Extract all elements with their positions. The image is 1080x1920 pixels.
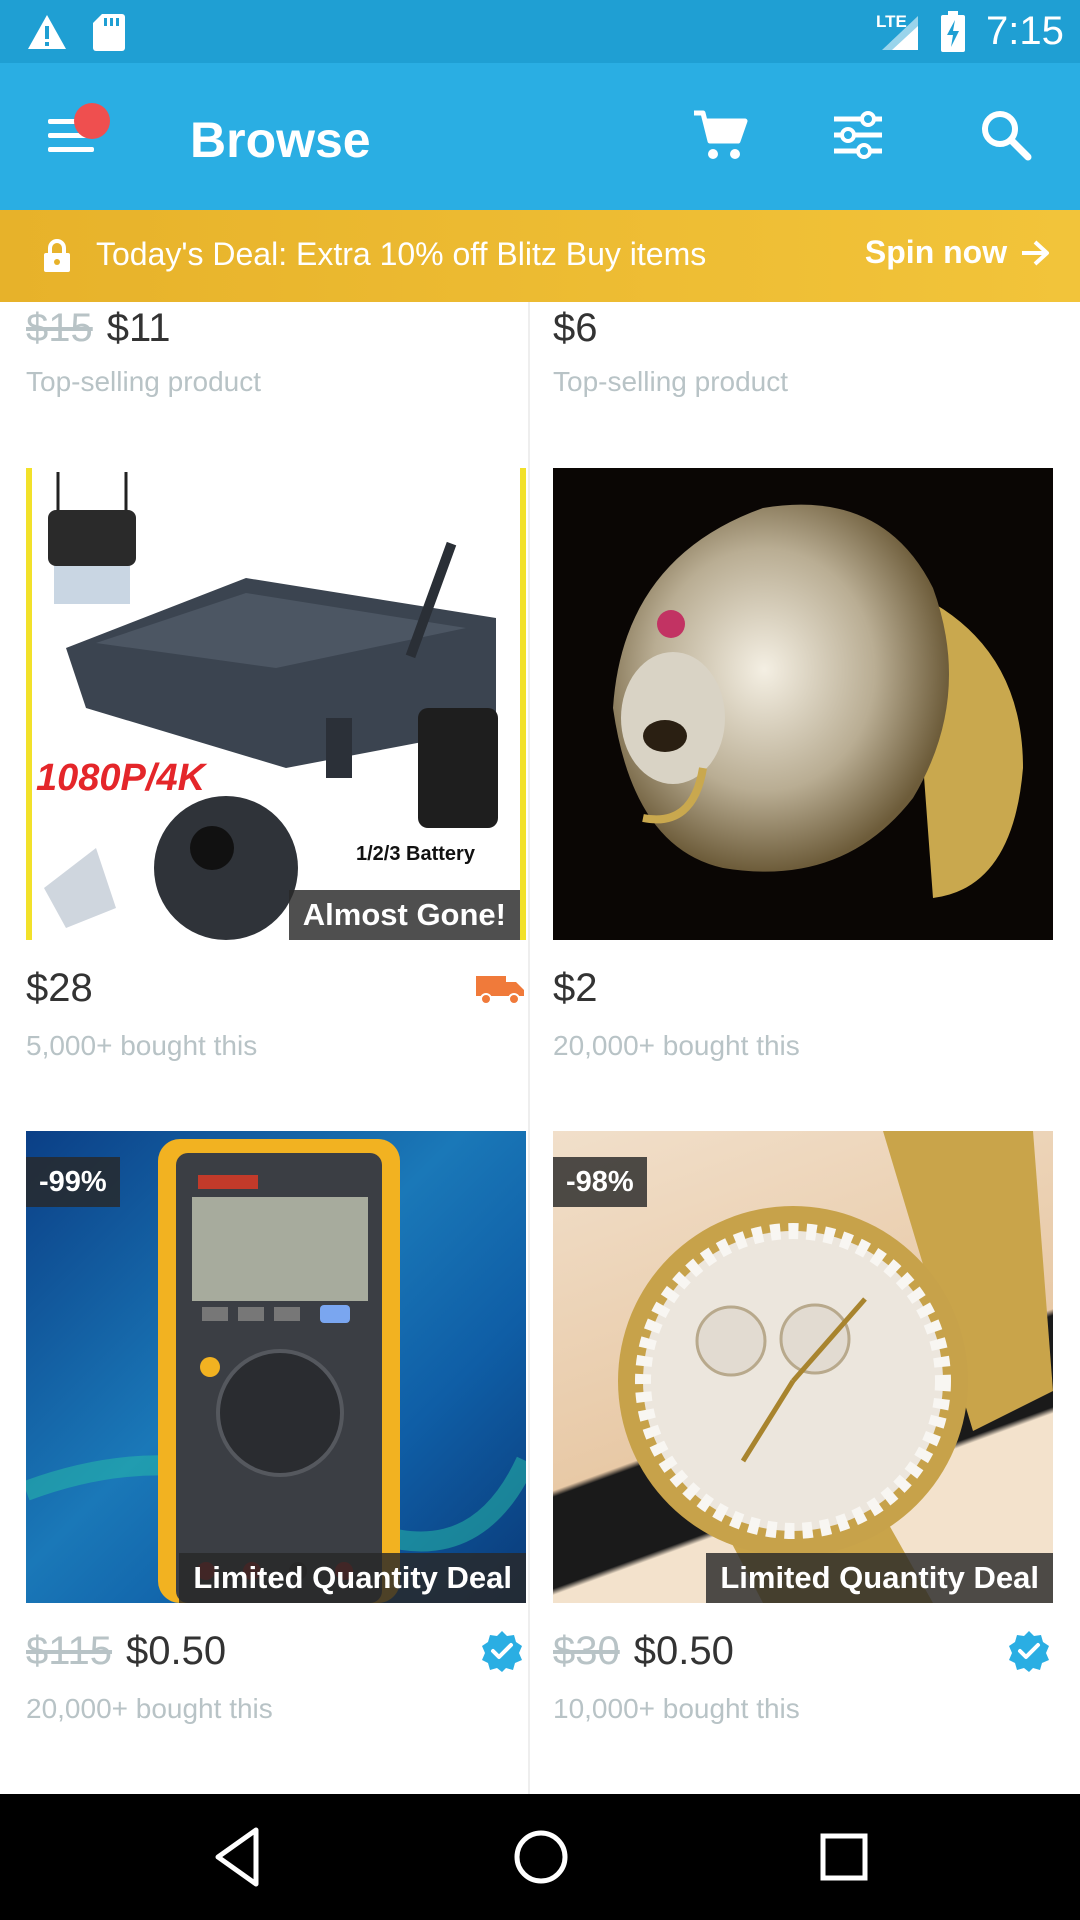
notification-dot xyxy=(74,103,110,139)
filter-icon[interactable] xyxy=(828,105,888,165)
deal-banner[interactable]: Today's Deal: Extra 10% off Blitz Buy it… xyxy=(0,210,1080,302)
sale-price: $28 xyxy=(26,966,93,1010)
cart-icon[interactable] xyxy=(690,105,750,165)
sale-price: $0.50 xyxy=(126,1629,227,1673)
product-subtitle: Top-selling product xyxy=(26,366,262,397)
product-price: $30 $0.50 xyxy=(553,1629,734,1674)
shipping-truck-icon xyxy=(476,976,524,1005)
deal-text: Today's Deal: Extra 10% off Blitz Buy it… xyxy=(96,236,707,272)
signal-icon xyxy=(882,16,918,50)
product-image: -99% Limited Quantity Deal xyxy=(26,1131,526,1603)
limited-deal-ribbon: Limited Quantity Deal xyxy=(706,1553,1053,1603)
almost-gone-ribbon: Almost Gone! xyxy=(288,890,520,940)
sd-card-icon xyxy=(93,14,125,51)
menu-icon[interactable] xyxy=(40,103,110,159)
spin-now-link[interactable]: Spin now xyxy=(865,234,1050,271)
app-bar: Browse xyxy=(0,63,1080,210)
navigation-bar xyxy=(0,1794,1080,1920)
product-card[interactable]: -98% Limited Quantity Deal $30 $0.50 10,0… xyxy=(553,1131,1053,1751)
product-card[interactable]: $15 $11 Top-selling product xyxy=(26,302,526,432)
limited-deal-ribbon: Limited Quantity Deal xyxy=(179,1553,526,1603)
arrow-right-icon xyxy=(1022,240,1049,266)
sale-price: $11 xyxy=(106,306,171,350)
product-card[interactable]: -99% Limited Quantity Deal $115 $0.50 20,… xyxy=(26,1131,526,1751)
product-grid: $15 $11 Top-selling product $6 Top-sellin… xyxy=(0,302,1080,1794)
warning-icon xyxy=(28,15,66,49)
back-icon[interactable] xyxy=(208,1824,268,1890)
recents-icon[interactable] xyxy=(814,1824,874,1890)
product-price: $115 $0.50 xyxy=(26,1629,226,1674)
product-price: $6 xyxy=(553,306,598,351)
clock: 7:15 xyxy=(986,9,1064,53)
product-image: 1080P/4K 1/2/3 Battery Almost Gone! xyxy=(26,468,526,940)
original-price: $15 xyxy=(26,306,93,350)
lock-icon xyxy=(44,239,70,272)
product-subtitle: Top-selling product xyxy=(553,366,789,397)
product-card[interactable]: $6 Top-selling product xyxy=(553,302,1053,432)
lion-ring-picture xyxy=(613,504,1023,898)
status-bar: LTE 7:15 xyxy=(0,0,1080,63)
product-price: $28 xyxy=(26,966,93,1011)
image-caption: 1/2/3 Battery xyxy=(356,843,476,865)
sale-price: $2 xyxy=(553,966,598,1010)
discount-badge: -99% xyxy=(26,1157,120,1207)
verified-icon xyxy=(1009,1631,1049,1672)
product-price: $2 xyxy=(553,966,598,1011)
product-card[interactable]: $2 20,000+ bought this xyxy=(553,468,1053,1068)
verified-icon xyxy=(482,1631,522,1672)
spin-now-label: Spin now xyxy=(864,234,1008,270)
product-subtitle: 5,000+ bought this xyxy=(26,1030,258,1061)
product-card[interactable]: 1080P/4K 1/2/3 Battery Almost Gone! $28 … xyxy=(26,468,526,1068)
grid-divider xyxy=(528,302,530,1794)
sale-price: $6 xyxy=(553,306,598,350)
product-subtitle: 20,000+ bought this xyxy=(26,1693,273,1724)
product-subtitle: 10,000+ bought this xyxy=(553,1693,800,1724)
original-price: $115 xyxy=(26,1629,113,1673)
discount-badge: -98% xyxy=(553,1157,647,1207)
sale-price: $0.50 xyxy=(633,1629,734,1673)
drone-picture: 1080P/4K 1/2/3 Battery xyxy=(36,472,498,940)
home-icon[interactable] xyxy=(508,1824,574,1890)
original-price: $30 xyxy=(553,1629,620,1673)
product-image xyxy=(553,468,1053,940)
battery-charging-icon xyxy=(941,11,965,52)
page-title: Browse xyxy=(190,112,371,168)
product-price: $15 $11 xyxy=(26,306,171,351)
search-icon[interactable] xyxy=(976,105,1036,165)
image-text: 1080P/4K xyxy=(36,757,208,799)
product-subtitle: 20,000+ bought this xyxy=(553,1030,800,1061)
product-image: -98% Limited Quantity Deal xyxy=(553,1131,1053,1603)
